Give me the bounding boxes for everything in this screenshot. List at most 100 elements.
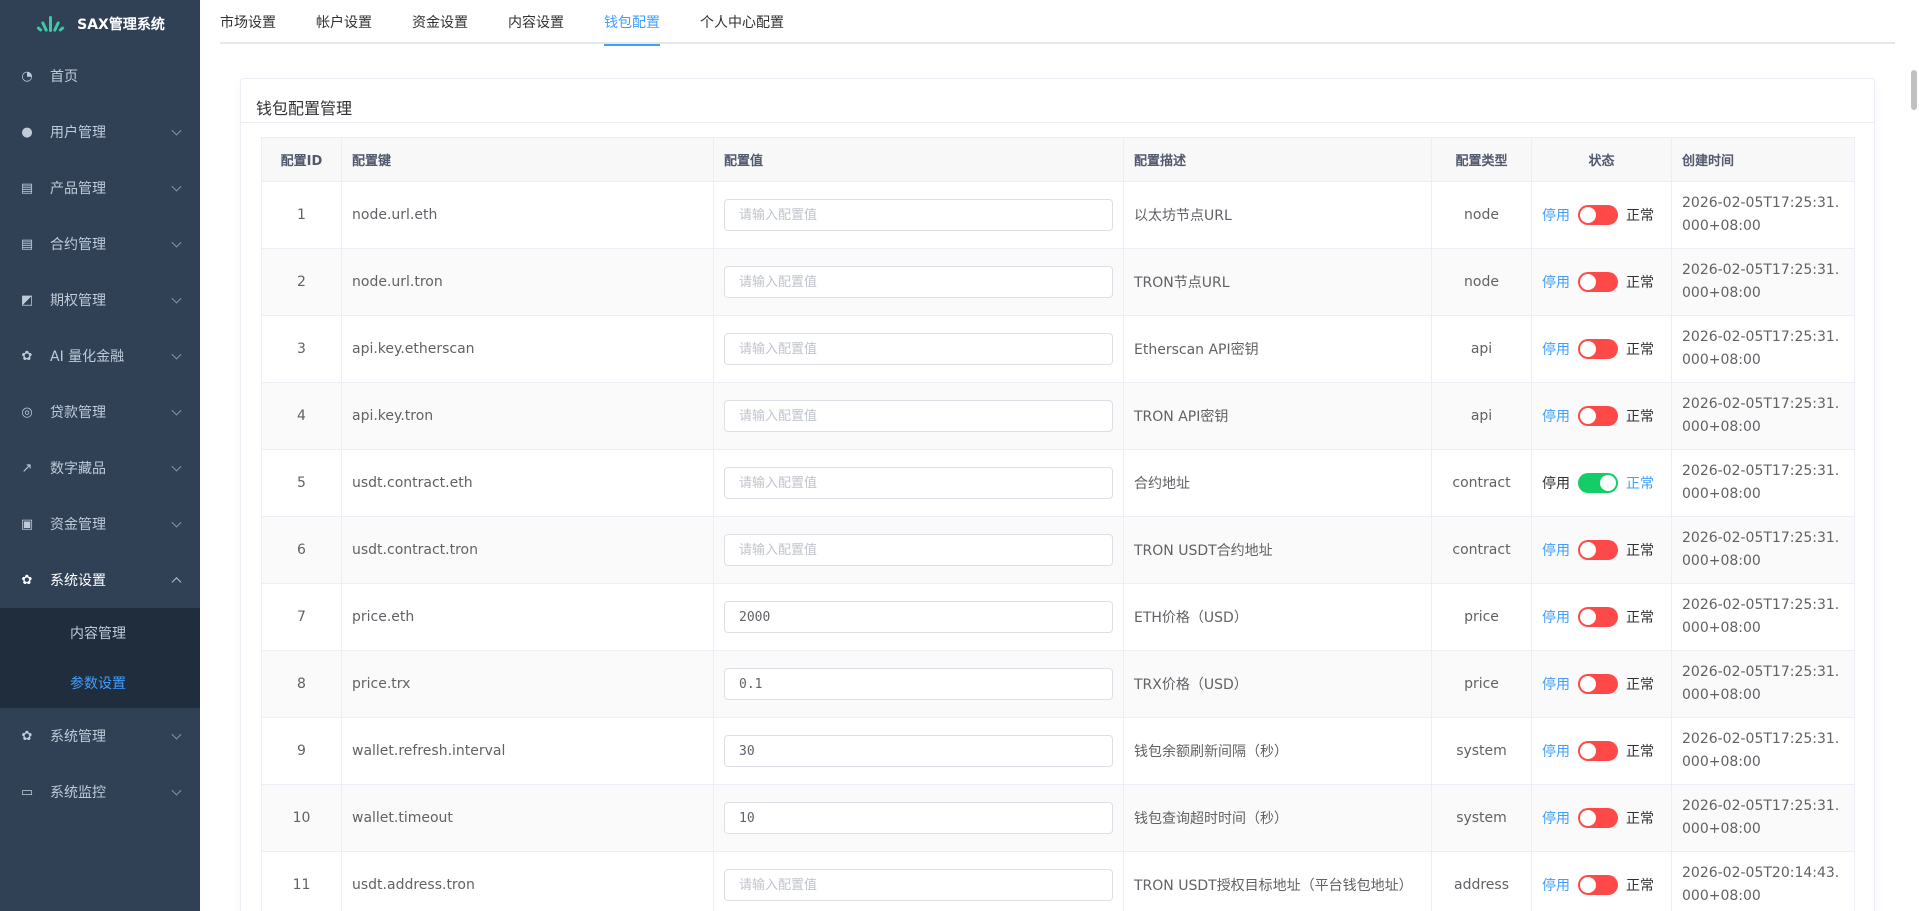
- cell-desc: TRX价格（USD）: [1123, 650, 1432, 718]
- sidebar-item-2[interactable]: ▤ 产品管理: [0, 160, 200, 216]
- cell-value: [713, 516, 1124, 584]
- cell-key: api.key.etherscan: [341, 315, 714, 383]
- logo-icon: [35, 14, 67, 34]
- config-value-input[interactable]: [724, 333, 1113, 365]
- cell-value: [713, 181, 1124, 249]
- status-disable-label: 停用: [1542, 275, 1570, 291]
- main-content: 市场设置 帐户设置 资金设置 内容设置 钱包配置 个人中心配置 钱包配置管理 配置ID 配…: [200, 0, 1919, 911]
- cell-type: contract: [1431, 449, 1532, 517]
- tab-4[interactable]: 钱包配置: [604, 0, 660, 46]
- sidebar-item-6[interactable]: ◎ 贷款管理: [0, 384, 200, 440]
- status-switch[interactable]: [1578, 741, 1618, 761]
- status-switch[interactable]: [1578, 272, 1618, 292]
- tab-0[interactable]: 市场设置: [220, 0, 276, 44]
- cell-status: 停用 正常: [1531, 583, 1672, 651]
- created-time: 2026-02-05T17:25:31.000+08:00: [1682, 530, 1840, 569]
- col-header-created[interactable]: 创建时间: [1671, 137, 1855, 182]
- status-normal-label: 正常: [1626, 744, 1654, 760]
- dashboard-icon: ◔: [21, 68, 33, 84]
- status-switch[interactable]: [1578, 406, 1618, 426]
- cell-desc: Etherscan API密钥: [1123, 315, 1432, 383]
- sidebar-item-7[interactable]: ↗ 数字藏品: [0, 440, 200, 496]
- app-logo[interactable]: SAX管理系统: [0, 0, 200, 48]
- config-table-wrapper: 配置ID 配置键 配置值 配置描述 配置类型 状态 创建时间 1 node.url…: [261, 137, 1855, 911]
- cell-value: [713, 851, 1124, 911]
- sidebar-item-3[interactable]: ▤ 合约管理: [0, 216, 200, 272]
- status-switch[interactable]: [1578, 473, 1618, 493]
- sidebar-item-4[interactable]: ◩ 期权管理: [0, 272, 200, 328]
- cell-value: [713, 583, 1124, 651]
- submenu-item-0[interactable]: 内容管理: [0, 608, 200, 658]
- cell-id: 1: [261, 181, 342, 249]
- status-switch[interactable]: [1578, 808, 1618, 828]
- chevron-down-icon: [171, 405, 182, 416]
- tab-1[interactable]: 帐户设置: [316, 0, 372, 44]
- document-icon: ▤: [20, 236, 34, 252]
- status-switch[interactable]: [1578, 205, 1618, 225]
- sidebar-item-10[interactable]: ✿ 系统管理: [0, 708, 200, 764]
- status-switch[interactable]: [1578, 674, 1618, 694]
- sidebar-item-11[interactable]: ▭ 系统监控: [0, 764, 200, 820]
- config-value-input[interactable]: [724, 869, 1113, 901]
- config-value-input[interactable]: [724, 601, 1113, 633]
- config-value-input[interactable]: [724, 400, 1113, 432]
- status-switch[interactable]: [1578, 607, 1618, 627]
- col-header-type[interactable]: 配置类型: [1431, 137, 1532, 182]
- cell-status: 停用 正常: [1531, 516, 1672, 584]
- status-switch[interactable]: [1578, 339, 1618, 359]
- submenu-item-1[interactable]: 参数设置: [0, 658, 200, 708]
- col-header-value[interactable]: 配置值: [713, 137, 1124, 182]
- cell-status: 停用 正常: [1531, 784, 1672, 852]
- col-header-key[interactable]: 配置键: [341, 137, 714, 182]
- cell-type: system: [1431, 784, 1532, 852]
- switch-knob: [1600, 475, 1616, 491]
- config-value-input[interactable]: [724, 199, 1113, 231]
- status-switch[interactable]: [1578, 875, 1618, 895]
- cell-created: 2026-02-05T17:25:31.000+08:00: [1671, 583, 1855, 651]
- sidebar-menu: ◔ 首页 ● 用户管理 ▤ 产品管理 ▤ 合约管理 ◩ 期权管理 ✿ AI 量化金融 ◎ 贷款管理 ↗ 数字藏…: [0, 48, 200, 820]
- chevron-down-icon: [171, 349, 182, 360]
- tab-3[interactable]: 内容设置: [508, 0, 564, 44]
- table-header-row: 配置ID 配置键 配置值 配置描述 配置类型 状态 创建时间: [261, 137, 1855, 182]
- config-value-input[interactable]: [724, 467, 1113, 499]
- table-row: 3api.key.etherscan Etherscan API密钥api 停用 正常…: [261, 315, 1855, 383]
- table-row: 4api.key.tron TRON API密钥api 停用 正常 2026-02-05…: [261, 382, 1855, 450]
- tab-5[interactable]: 个人中心配置: [700, 0, 784, 44]
- cell-created: 2026-02-05T17:25:31.000+08:00: [1671, 516, 1855, 584]
- status-disable-label: 停用: [1542, 476, 1570, 492]
- config-value-input[interactable]: [724, 802, 1113, 834]
- cell-type: price: [1431, 650, 1532, 718]
- status-normal-label: 正常: [1626, 208, 1654, 224]
- coins-icon: ◎: [21, 404, 33, 420]
- cell-status: 停用 正常: [1531, 181, 1672, 249]
- page-scrollbar[interactable]: [1911, 70, 1917, 110]
- sidebar-item-5[interactable]: ✿ AI 量化金融: [0, 328, 200, 384]
- status-normal-label: 正常: [1626, 811, 1654, 827]
- sidebar-item-0[interactable]: ◔ 首页: [0, 48, 200, 104]
- sidebar-item-8[interactable]: ▣ 资金管理: [0, 496, 200, 552]
- status-normal-label: 正常: [1626, 476, 1654, 492]
- sidebar-item-label: 产品管理: [50, 181, 106, 197]
- col-header-status[interactable]: 状态: [1531, 137, 1672, 182]
- sidebar-item-9[interactable]: ✿ 系统设置: [0, 552, 200, 608]
- cell-id: 3: [261, 315, 342, 383]
- cell-value: [713, 248, 1124, 316]
- table-row: 2node.url.tron TRON节点URLnode 停用 正常 2026-02-0…: [261, 248, 1855, 316]
- col-header-desc[interactable]: 配置描述: [1123, 137, 1432, 182]
- status-switch[interactable]: [1578, 540, 1618, 560]
- settings-tabs: 市场设置 帐户设置 资金设置 内容设置 钱包配置 个人中心配置: [220, 0, 1895, 46]
- cell-key: usdt.contract.tron: [341, 516, 714, 584]
- tab-2[interactable]: 资金设置: [412, 0, 468, 44]
- col-header-id[interactable]: 配置ID: [261, 137, 342, 182]
- config-value-input[interactable]: [724, 266, 1113, 298]
- cell-type: api: [1431, 315, 1532, 383]
- config-value-input[interactable]: [724, 735, 1113, 767]
- config-value-input[interactable]: [724, 534, 1113, 566]
- config-value-input[interactable]: [724, 668, 1113, 700]
- sidebar-item-label: 首页: [50, 69, 78, 85]
- sidebar-item-1[interactable]: ● 用户管理: [0, 104, 200, 160]
- status-disable-label: 停用: [1542, 409, 1570, 425]
- status-normal-label: 正常: [1626, 610, 1654, 626]
- cell-created: 2026-02-05T17:25:31.000+08:00: [1671, 650, 1855, 718]
- cell-id: 9: [261, 717, 342, 785]
